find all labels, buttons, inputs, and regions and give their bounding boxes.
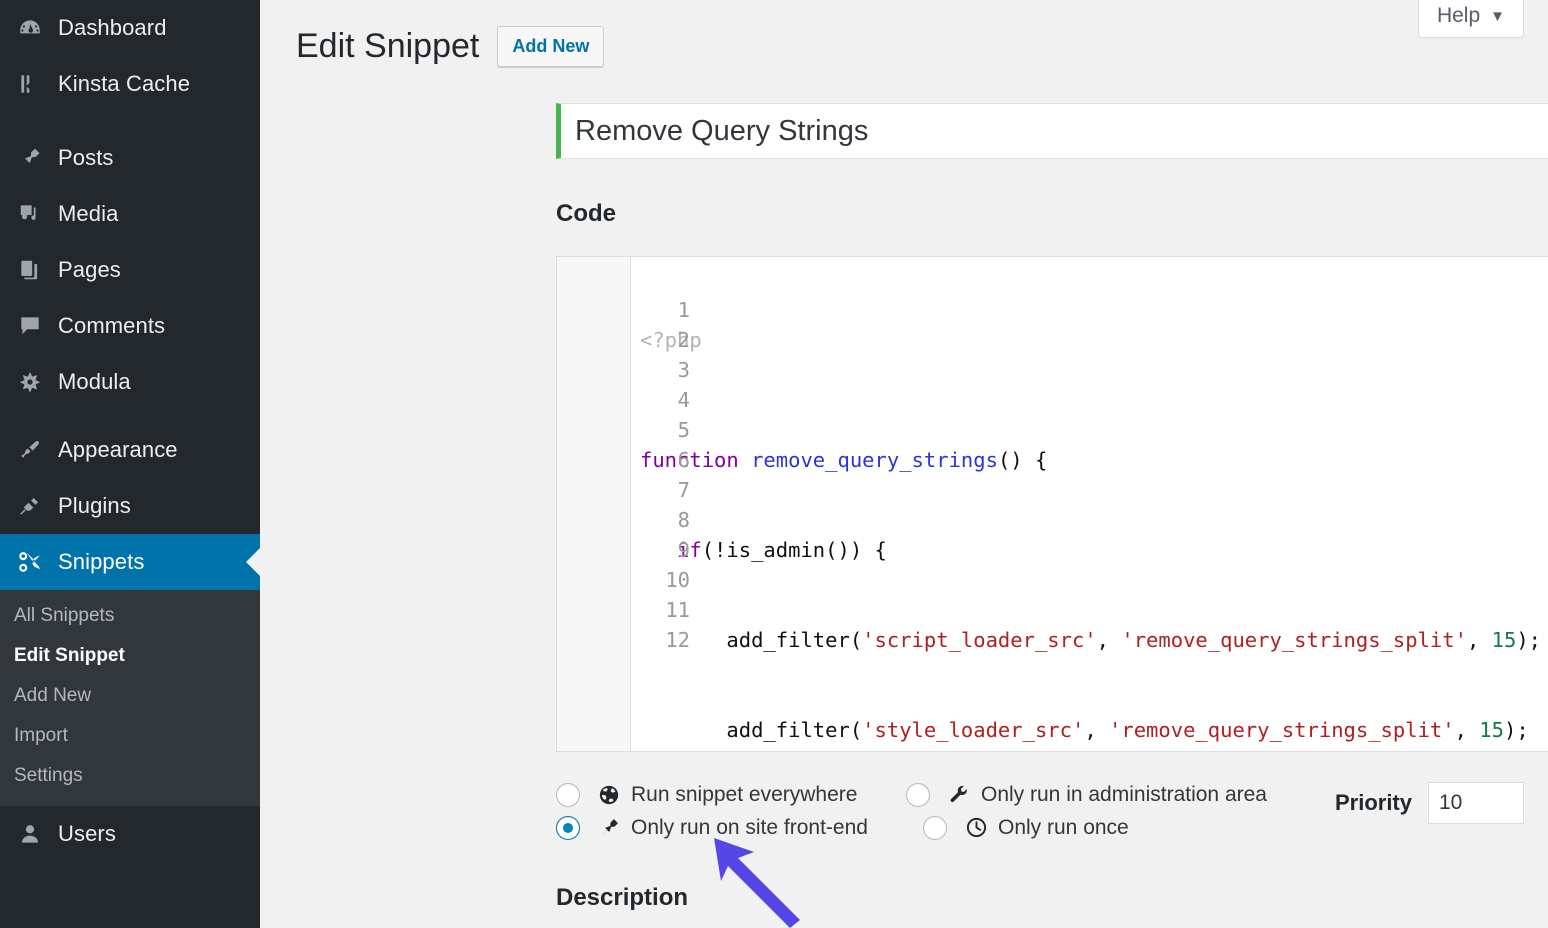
sidebar-item-label: Dashboard <box>58 15 167 40</box>
snippet-title-value: Remove Query Strings <box>575 114 869 147</box>
priority-input[interactable] <box>1428 782 1524 824</box>
line-number: 5 <box>677 418 690 442</box>
sidebar-divider <box>0 112 260 130</box>
scope-option-run-once[interactable]: Only run once <box>923 811 1267 844</box>
line-number: 12 <box>665 628 690 652</box>
sidebar-item-posts[interactable]: Posts <box>0 130 260 186</box>
code-editor[interactable]: ? <?php 1function remove_query_strings()… <box>556 256 1548 752</box>
priority-label: Priority <box>1334 790 1412 815</box>
annotation-arrow-icon <box>714 838 800 928</box>
line-number: 7 <box>677 478 690 502</box>
line-number: 11 <box>665 598 690 622</box>
page-header: Edit Snippet Add New <box>296 26 605 67</box>
radio-front-end[interactable] <box>556 815 580 840</box>
sidebar-item-label: Modula <box>58 369 131 394</box>
user-icon <box>12 816 48 852</box>
sidebar-item-kinsta-cache[interactable]: Kinsta Cache <box>0 56 260 112</box>
sidebar-item-label: Plugins <box>58 493 131 518</box>
line-number: 1 <box>677 298 690 322</box>
chevron-down-icon: ▼ <box>1490 7 1505 25</box>
page-title: Edit Snippet <box>296 27 480 65</box>
help-label: Help <box>1436 4 1481 27</box>
comment-bubble-icon <box>12 308 48 344</box>
scope-option-front-end[interactable]: Only run on site front-end <box>556 811 868 844</box>
main-content: Help ▼ Edit Snippet Add New Remove Query… <box>260 0 1548 928</box>
pushpin-icon <box>12 140 48 176</box>
code-line: 4 add_filter('style_loader_src', 'remove… <box>640 388 1548 745</box>
scope-option-label: Run snippet everywhere <box>631 782 858 806</box>
plug-icon <box>12 488 48 524</box>
line-number: 9 <box>677 538 690 562</box>
snippet-title-input[interactable]: Remove Query Strings <box>556 103 1548 159</box>
submenu-item-settings[interactable]: Settings <box>0 756 260 796</box>
wrench-icon <box>944 784 974 806</box>
clock-icon <box>961 816 991 839</box>
globe-icon <box>594 784 624 806</box>
sidebar-item-appearance[interactable]: Appearance <box>0 422 260 478</box>
scope-option-label: Only run in administration area <box>981 782 1267 806</box>
code-line: 3 add_filter('script_loader_src', 'remov… <box>640 358 1548 655</box>
pushpin-icon <box>594 816 624 839</box>
radio-everywhere[interactable] <box>556 782 580 807</box>
media-icon <box>12 196 48 232</box>
line-number-gutter <box>557 257 631 751</box>
code-line: 2 if(!is_admin()) { <box>640 328 1548 565</box>
sidebar-item-media[interactable]: Media <box>0 186 260 242</box>
sidebar-item-label: Comments <box>58 313 166 338</box>
sidebar-item-label: Users <box>58 821 116 846</box>
line-number: 8 <box>677 508 690 532</box>
scope-option-label: Only run on site front-end <box>631 815 868 839</box>
sidebar-item-label: Media <box>58 201 119 226</box>
kinsta-k-icon <box>12 66 48 102</box>
code-text-area[interactable]: <?php 1 function remove_query_strings() {… <box>632 257 1548 751</box>
scope-option-everywhere[interactable]: Run snippet everywhere <box>556 778 868 811</box>
scope-option-admin-area[interactable]: Only run in administration area <box>906 778 1267 811</box>
pages-icon <box>12 252 48 288</box>
scope-column-right: Only run in administration area Only run… <box>906 778 1267 844</box>
line-number: 10 <box>665 568 690 592</box>
priority-field-group: Priority <box>1335 782 1524 824</box>
line-number: 4 <box>677 388 690 412</box>
submenu-item-edit-snippet[interactable]: Edit Snippet <box>0 636 260 676</box>
scope-column-left: Run snippet everywhere Only run on site … <box>556 778 868 844</box>
admin-sidebar: Dashboard Kinsta Cache Posts Media Pages… <box>0 0 260 928</box>
paintbrush-icon <box>12 432 48 468</box>
scissors-icon <box>12 544 48 580</box>
snippets-submenu: All Snippets Edit Snippet Add New Import… <box>0 590 260 806</box>
sidebar-item-comments[interactable]: Comments <box>0 298 260 354</box>
description-section-heading: Description <box>556 884 689 911</box>
sidebar-item-label: Appearance <box>58 437 178 462</box>
sidebar-item-pages[interactable]: Pages <box>0 242 260 298</box>
sidebar-item-plugins[interactable]: Plugins <box>0 478 260 534</box>
sidebar-item-label: Snippets <box>58 549 145 574</box>
sidebar-item-modula[interactable]: Modula <box>0 354 260 410</box>
screen: Dashboard Kinsta Cache Posts Media Pages… <box>0 0 1548 928</box>
sidebar-item-snippets[interactable]: Snippets <box>0 534 260 590</box>
line-number: 3 <box>677 358 690 382</box>
sidebar-item-label: Pages <box>58 257 121 282</box>
submenu-item-add-new[interactable]: Add New <box>0 676 260 716</box>
sidebar-item-label: Posts <box>58 145 114 170</box>
code-line-phptag: <?php <box>640 325 1548 355</box>
code-section-heading: Code <box>556 200 616 227</box>
modula-icon <box>12 364 48 400</box>
line-number: 2 <box>677 328 690 352</box>
code-line: 1 function remove_query_strings() { <box>640 298 1548 475</box>
add-new-button[interactable]: Add New <box>497 26 605 67</box>
help-button[interactable]: Help ▼ <box>1417 0 1524 38</box>
radio-admin-area[interactable] <box>906 782 930 807</box>
sidebar-item-dashboard[interactable]: Dashboard <box>0 0 260 56</box>
gauge-icon <box>12 10 48 46</box>
sidebar-item-users[interactable]: Users <box>0 806 260 862</box>
line-number: 6 <box>677 448 690 472</box>
radio-run-once[interactable] <box>923 815 947 840</box>
scope-option-label: Only run once <box>998 815 1129 839</box>
submenu-item-import[interactable]: Import <box>0 716 260 756</box>
sidebar-divider <box>0 410 260 422</box>
submenu-item-all-snippets[interactable]: All Snippets <box>0 596 260 636</box>
sidebar-item-label: Kinsta Cache <box>58 71 191 96</box>
